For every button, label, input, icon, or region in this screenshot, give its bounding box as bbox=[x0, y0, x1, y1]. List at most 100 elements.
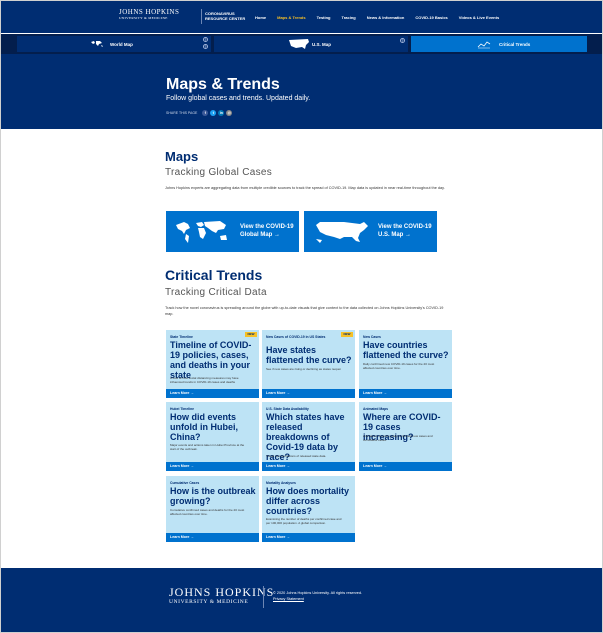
card-kicker: Animated Maps bbox=[363, 407, 389, 411]
nav-videos[interactable]: Videos & Live Events bbox=[459, 15, 499, 20]
card-title: Have countries flattened the curve? bbox=[363, 340, 449, 360]
nav-maps-trends[interactable]: Maps & Trends bbox=[277, 15, 305, 20]
twitter-icon[interactable]: t bbox=[210, 110, 217, 116]
tab-world-map-label: World Map bbox=[110, 41, 133, 47]
help-icon[interactable]: ? bbox=[203, 37, 208, 42]
maps-heading: Maps bbox=[165, 149, 199, 164]
trend-card[interactable]: Cumulative Cases How is the outbreak gro… bbox=[166, 476, 259, 542]
email-icon[interactable]: @ bbox=[226, 110, 233, 116]
nav-testing[interactable]: Testing bbox=[317, 15, 331, 20]
jhu-logo[interactable]: JOHNS HOPKINS UNIVERSITY & MEDICINE bbox=[119, 9, 179, 21]
trend-line-icon bbox=[477, 41, 491, 49]
learn-more-link[interactable]: Learn More → bbox=[262, 462, 355, 471]
world-map-icon bbox=[176, 221, 227, 243]
tab-us-map-label: U.S. Map bbox=[312, 41, 332, 47]
card-kicker: U.S. State Data Availability bbox=[266, 407, 309, 411]
learn-more-link[interactable]: Learn More → bbox=[262, 389, 355, 398]
site-header: JOHNS HOPKINS UNIVERSITY & MEDICINE CORO… bbox=[1, 1, 602, 33]
tab-critical-trends-label: Critical Trends bbox=[499, 41, 531, 47]
crc-title[interactable]: CORONAVIRUS RESOURCE CENTER bbox=[205, 11, 245, 21]
trend-card[interactable]: New Cases Have countries flattened the c… bbox=[359, 330, 452, 398]
card-kicker: Cumulative Cases bbox=[170, 481, 200, 485]
card-description: Daily confirmed new COVID-19 cases for t… bbox=[363, 362, 435, 370]
learn-more-link[interactable]: Learn More → bbox=[359, 462, 452, 471]
page-subtitle: Follow global cases and trends. Updated … bbox=[166, 95, 311, 102]
map-tabs: World Map ? ? U.S. Map ? Critical Trends bbox=[1, 34, 602, 54]
trend-card[interactable]: Hubei Timeline How did events unfold in … bbox=[166, 402, 259, 471]
trend-card[interactable]: Animated Maps Where are COVID-19 cases i… bbox=[359, 402, 452, 471]
nav-home[interactable]: Home bbox=[255, 15, 266, 20]
card-kicker: State Timeline bbox=[170, 335, 193, 339]
nav-basics[interactable]: COVID-19 Basics bbox=[415, 15, 447, 20]
footer-logo-sub: UNIVERSITY & MEDICINE bbox=[169, 599, 249, 605]
new-badge: NEW bbox=[341, 332, 353, 337]
help-icon[interactable]: ? bbox=[203, 44, 208, 49]
share-bar: SHARE THIS PAGE f t in @ bbox=[166, 110, 233, 116]
card-description: Cumulative confirmed cases and deaths fo… bbox=[170, 508, 245, 516]
global-map-line2: Global Map → bbox=[240, 232, 281, 238]
us-map-label: View the COVID-19 U.S. Map → bbox=[378, 223, 432, 239]
card-description: Animations depicting daily confirmed new… bbox=[363, 434, 433, 442]
us-map-line1: View the COVID-19 bbox=[378, 224, 432, 230]
linkedin-icon[interactable]: in bbox=[218, 110, 225, 116]
us-map-icon bbox=[316, 222, 368, 243]
card-description: A look at how social distancing measures… bbox=[170, 376, 239, 384]
logo-divider bbox=[201, 9, 202, 24]
logo-main-text: JOHNS HOPKINS bbox=[119, 8, 180, 16]
nav-news[interactable]: News & Information bbox=[367, 15, 405, 20]
site-footer: JOHNS HOPKINS UNIVERSITY & MEDICINE © 20… bbox=[1, 568, 602, 632]
global-map-label: View the COVID-19 Global Map → bbox=[240, 223, 294, 239]
global-map-line1: View the COVID-19 bbox=[240, 224, 294, 230]
card-kicker: New Cases of COVID-19 in US States bbox=[266, 335, 326, 339]
trend-card[interactable]: Mortality Analyses How does mortality di… bbox=[262, 476, 355, 542]
page-title: Maps & Trends bbox=[166, 76, 280, 93]
card-title: How did events unfold in Hubei, China? bbox=[170, 412, 238, 442]
us-map-icon bbox=[289, 39, 309, 49]
crc-line2: RESOURCE CENTER bbox=[205, 16, 246, 21]
tab-world-map[interactable]: World Map ? ? bbox=[17, 36, 211, 52]
card-title: How does mortality differ across countri… bbox=[266, 486, 350, 516]
main-nav: Home Maps & Trends Testing Tracing News … bbox=[255, 15, 510, 20]
card-title: How is the outbreak growing? bbox=[170, 486, 256, 506]
maps-subheading: Tracking Global Cases bbox=[165, 167, 273, 178]
learn-more-link[interactable]: Learn More → bbox=[262, 533, 355, 542]
share-label: SHARE THIS PAGE bbox=[166, 111, 198, 115]
card-title: Have states flattened the curve? bbox=[266, 345, 352, 365]
new-badge: NEW bbox=[245, 332, 257, 337]
us-map-line2: U.S. Map → bbox=[378, 232, 412, 238]
footer-logo-main: JOHNS HOPKINS bbox=[169, 585, 275, 599]
card-description: See if new cases are rising or declining… bbox=[266, 367, 342, 371]
learn-more-link[interactable]: Learn More → bbox=[359, 389, 452, 398]
card-description: Visual representations of released state… bbox=[266, 454, 327, 458]
learn-more-link[interactable]: Learn More → bbox=[166, 533, 259, 542]
logo-sub-text: UNIVERSITY & MEDICINE bbox=[119, 16, 168, 20]
card-kicker: New Cases bbox=[363, 335, 381, 339]
hero-banner: Maps & Trends Follow global cases and tr… bbox=[1, 54, 602, 129]
trend-card[interactable]: NEW State Timeline Timeline of COVID-19 … bbox=[166, 330, 259, 398]
trend-card[interactable]: U.S. State Data Availability Which state… bbox=[262, 402, 355, 471]
trend-card[interactable]: NEW New Cases of COVID-19 in US States H… bbox=[262, 330, 355, 398]
trends-heading: Critical Trends bbox=[165, 267, 263, 283]
facebook-icon[interactable]: f bbox=[202, 110, 209, 116]
world-map-icon bbox=[91, 41, 103, 47]
card-description: Major events and actions taken in Hubei … bbox=[170, 443, 245, 451]
trends-subheading: Tracking Critical Data bbox=[165, 287, 267, 298]
global-map-button[interactable]: View the COVID-19 Global Map → bbox=[166, 211, 299, 252]
maps-text: Johns Hopkins experts are aggregating da… bbox=[165, 186, 445, 190]
learn-more-link[interactable]: Learn More → bbox=[166, 462, 259, 471]
nav-tracing[interactable]: Tracing bbox=[342, 15, 356, 20]
footer-legal: © 2020 Johns Hopkins University. All rig… bbox=[273, 590, 362, 602]
help-icon[interactable]: ? bbox=[400, 38, 405, 43]
us-map-button[interactable]: View the COVID-19 U.S. Map → bbox=[304, 211, 437, 252]
tab-us-map[interactable]: U.S. Map ? bbox=[214, 36, 408, 52]
footer-divider bbox=[263, 586, 264, 608]
trends-text: Track how the novel coronavirus is sprea… bbox=[165, 306, 444, 316]
card-description: Examining the number of deaths per confi… bbox=[266, 517, 342, 525]
footer-jhu-logo[interactable]: JOHNS HOPKINS UNIVERSITY & MEDICINE bbox=[169, 586, 274, 607]
card-kicker: Mortality Analyses bbox=[266, 481, 296, 485]
privacy-link[interactable]: Privacy Statement bbox=[273, 596, 362, 602]
card-kicker: Hubei Timeline bbox=[170, 407, 195, 411]
card-title: Timeline of COVID-19 policies, cases, an… bbox=[170, 340, 252, 380]
learn-more-link[interactable]: Learn More → bbox=[166, 389, 259, 398]
tab-critical-trends[interactable]: Critical Trends bbox=[411, 36, 587, 52]
